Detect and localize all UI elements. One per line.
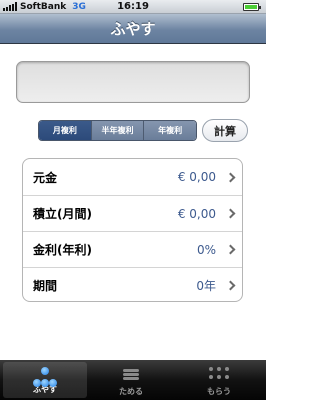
tab-morau[interactable]: もらう (175, 360, 263, 400)
status-time: 16:19 (117, 1, 149, 12)
table-row-principal[interactable]: 元金 € 0,00 (23, 159, 242, 195)
table-row-interest-rate[interactable]: 金利(年利) 0% (23, 231, 242, 267)
segment-monthly-compounding[interactable]: 月複利 (39, 121, 91, 140)
three-dots-icon (32, 367, 58, 389)
row-value: € 0,00 (177, 170, 216, 184)
navigation-bar: ふやす (0, 14, 266, 44)
input-table: 元金 € 0,00 積立(月間) € 0,00 金利(年利) 0% 期間 0年 (22, 158, 243, 302)
segment-semiannual-compounding[interactable]: 半年複利 (90, 121, 144, 140)
tab-bar: ふやす ためる もらう (0, 360, 266, 400)
chevron-right-icon (225, 172, 236, 182)
row-label: 元金 (33, 170, 58, 185)
segment-annual-compounding[interactable]: 年複利 (143, 121, 196, 140)
row-value: 0% (196, 242, 216, 257)
chevron-right-icon (225, 280, 236, 291)
row-value: € 0,00 (177, 206, 216, 221)
row-value: 0年 (196, 279, 216, 293)
tab-tameru[interactable]: ためる (87, 360, 175, 400)
chevron-right-icon (225, 208, 236, 219)
table-row-monthly-deposit[interactable]: 積立(月間) € 0,00 (23, 195, 242, 231)
status-bar: SoftBank 3G 16:19 (0, 0, 266, 14)
tab-fuyasu[interactable]: ふやす (3, 362, 87, 398)
tab-label: ためる (119, 387, 143, 396)
dot-grid-icon (207, 365, 231, 383)
result-display-field (16, 61, 250, 103)
tab-label: もらう (207, 387, 231, 396)
page-title: ふやす (110, 20, 156, 38)
table-row-period[interactable]: 期間 0年 (23, 267, 242, 301)
row-label: 積立(月間) (33, 207, 92, 221)
row-label: 金利(年利) (33, 243, 92, 257)
chevron-right-icon (225, 244, 236, 255)
battery-icon (243, 3, 261, 11)
compounding-period-segmented-control: 月複利 半年複利 年複利 (38, 120, 197, 141)
coin-stack-icon (121, 365, 141, 383)
row-label: 期間 (33, 279, 58, 293)
calculate-button[interactable]: 計算 (202, 119, 248, 142)
